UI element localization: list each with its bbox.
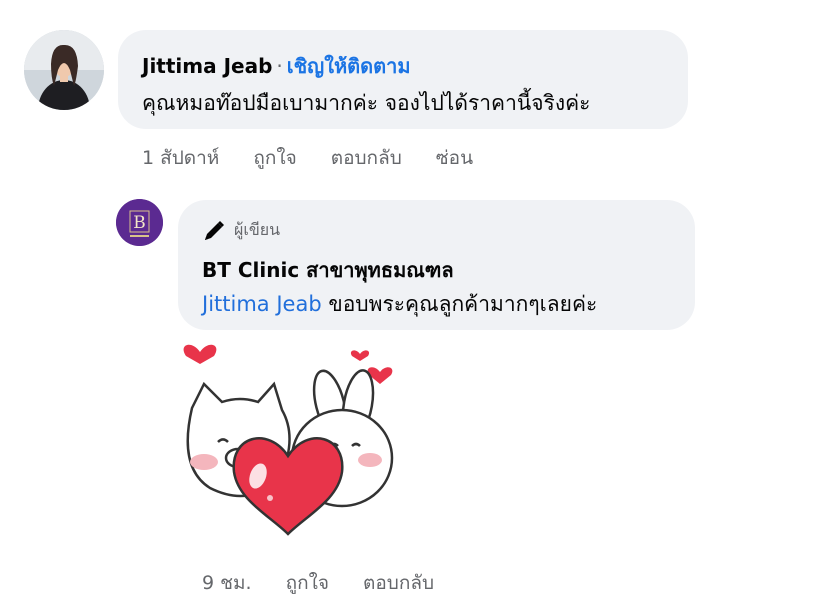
reply-button[interactable]: ตอบกลับ: [363, 568, 434, 598]
cat-bunny-heart-sticker[interactable]: [170, 338, 410, 538]
like-button[interactable]: ถูกใจ: [286, 568, 329, 598]
clinic-logo-icon: B: [116, 199, 163, 246]
reply-message: ขอบพระคุณลูกค้ามากๆเลยค่ะ: [328, 292, 598, 316]
reply-timestamp[interactable]: 9 ชม.: [202, 568, 252, 598]
pen-icon: [205, 220, 224, 240]
comment-bubble: Jittima Jeab · เชิญให้ติดตาม คุณหมอท๊อปมือ…: [118, 30, 688, 129]
comment-author[interactable]: Jittima Jeab: [142, 54, 272, 78]
comment-author-line: Jittima Jeab · เชิญให้ติดตาม: [142, 50, 411, 82]
profile-photo: [24, 30, 104, 110]
reply-button[interactable]: ตอบกลับ: [331, 143, 402, 173]
hide-button[interactable]: ซ่อน: [436, 143, 473, 173]
reply-text: Jittima Jeab ขอบพระคุณลูกค้ามากๆเลยค่ะ: [202, 288, 597, 321]
reply-bubble: ผู้เขียน BT Clinic สาขาพุทธมณฑล Jittima …: [178, 200, 695, 330]
reply-actions: 9 ชม. ถูกใจ ตอบกลับ: [202, 568, 434, 598]
comment-timestamp[interactable]: 1 สัปดาห์: [142, 143, 219, 173]
avatar[interactable]: [24, 30, 104, 110]
clinic-logo-letter: B: [133, 213, 146, 233]
follow-invite-link[interactable]: เชิญให้ติดตาม: [287, 54, 411, 78]
mention-link[interactable]: Jittima Jeab: [202, 292, 322, 316]
reply-author[interactable]: BT Clinic สาขาพุทธมณฑล: [202, 254, 454, 286]
author-badge: ผู้เขียน: [202, 218, 280, 243]
separator-dot: ·: [276, 54, 283, 78]
author-badge-label: ผู้เขียน: [234, 220, 281, 239]
comment-text: คุณหมอท๊อปมือเบามากค่ะ จองไปได้ราคานี้จร…: [142, 91, 591, 115]
like-button[interactable]: ถูกใจ: [253, 143, 296, 173]
comment-actions: 1 สัปดาห์ ถูกใจ ตอบกลับ ซ่อน: [142, 143, 473, 173]
clinic-avatar[interactable]: B: [116, 199, 163, 246]
